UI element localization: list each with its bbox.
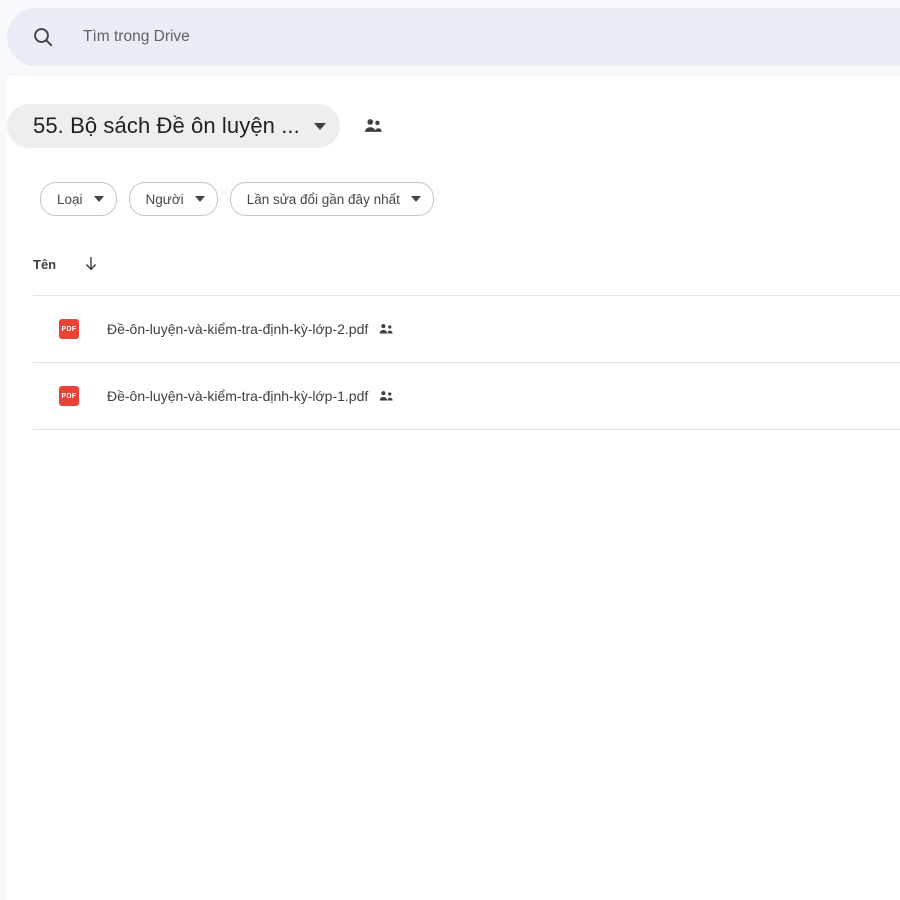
people-icon: [364, 119, 382, 132]
filter-chip-type[interactable]: Loại: [40, 182, 117, 216]
chevron-down-icon: [410, 196, 421, 202]
arrow-down-icon[interactable]: [82, 255, 100, 273]
page-title: 55. Bộ sách Đề ôn luyện ...: [33, 113, 300, 138]
file-name: Đề-ôn-luyện-và-kiểm-tra-định-kỳ-lớp-1.pd…: [107, 388, 369, 404]
shared-people-icon: [379, 390, 393, 400]
filter-chip-people-label: Người: [145, 191, 184, 207]
list-column-header: Tên: [33, 255, 100, 273]
folder-title-chip[interactable]: 55. Bộ sách Đề ôn luyện ...: [7, 104, 340, 148]
chevron-down-icon: [194, 196, 205, 202]
table-row[interactable]: PDF Đề-ôn-luyện-và-kiểm-tra-định-kỳ-lớp-…: [33, 296, 900, 363]
search-box[interactable]: [7, 8, 900, 66]
chevron-down-icon: [93, 196, 104, 202]
table-row[interactable]: PDF Đề-ôn-luyện-và-kiểm-tra-định-kỳ-lớp-…: [33, 363, 900, 430]
search-bar: [0, 8, 900, 66]
filter-chip-modified-label: Lần sửa đổi gần đây nhất: [246, 191, 400, 207]
search-input[interactable]: [83, 24, 543, 50]
drive-page: 55. Bộ sách Đề ôn luyện ... Loại Người L…: [0, 0, 900, 900]
pdf-file-icon-label: PDF: [61, 392, 77, 400]
filter-chip-modified[interactable]: Lần sửa đổi gần đây nhất: [229, 182, 434, 216]
filter-chip-type-label: Loại: [57, 191, 83, 207]
pdf-file-icon: PDF: [59, 386, 79, 406]
pdf-file-icon-label: PDF: [61, 325, 77, 333]
pdf-file-icon: PDF: [59, 319, 79, 339]
shared-people-icon: [379, 323, 393, 333]
filter-chip-people[interactable]: Người: [128, 182, 218, 216]
chevron-down-icon[interactable]: [313, 122, 326, 130]
file-name: Đề-ôn-luyện-và-kiểm-tra-định-kỳ-lớp-2.pd…: [107, 321, 369, 337]
filter-chip-group: Loại Người Lần sửa đổi gần đây nhất: [40, 182, 434, 216]
column-header-name[interactable]: Tên: [33, 257, 56, 272]
search-icon: [34, 28, 53, 47]
folder-title-row: 55. Bộ sách Đề ôn luyện ...: [7, 102, 384, 150]
file-list: PDF Đề-ôn-luyện-và-kiểm-tra-định-kỳ-lớp-…: [33, 295, 900, 430]
